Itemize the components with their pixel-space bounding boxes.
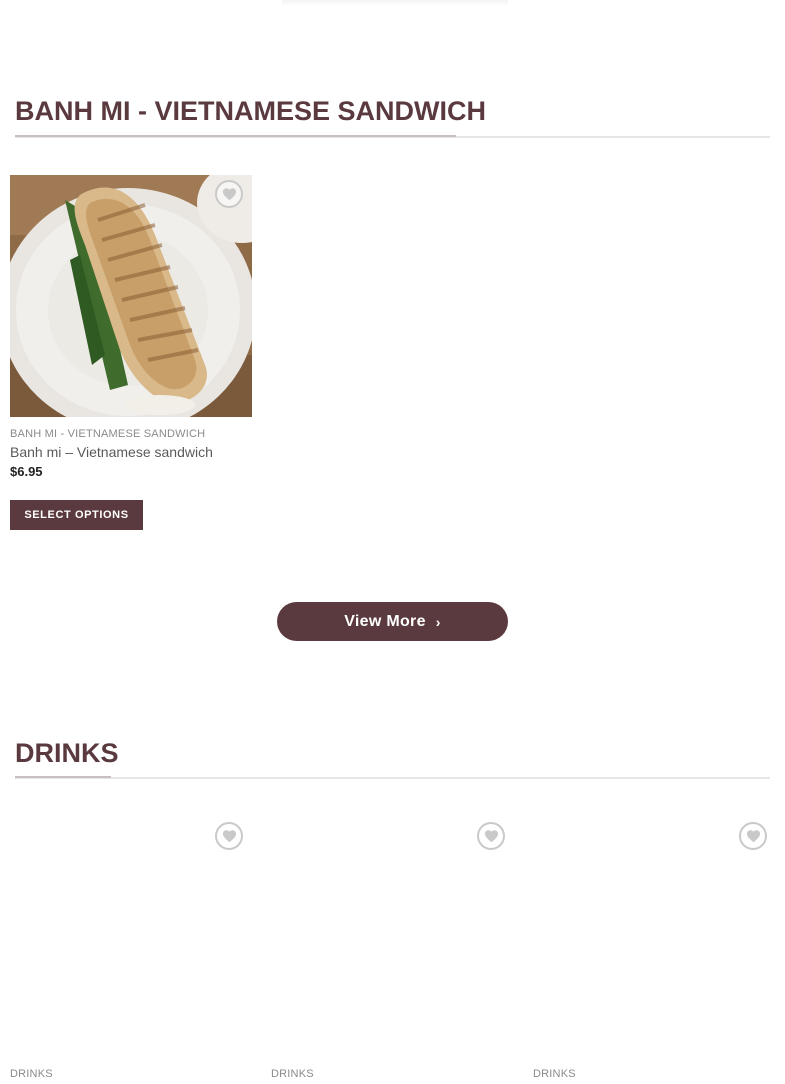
section-title-underline xyxy=(15,135,456,137)
product-price: $6.95 xyxy=(10,464,43,479)
wishlist-button[interactable] xyxy=(215,180,243,208)
section-divider-drinks xyxy=(15,777,770,779)
heart-icon xyxy=(484,830,498,843)
heart-icon xyxy=(222,188,236,201)
banh-mi-photo xyxy=(10,175,252,417)
wishlist-button[interactable] xyxy=(477,822,505,850)
product-category[interactable]: DRINKS xyxy=(271,1068,314,1080)
view-more-button[interactable]: View More › xyxy=(277,602,508,641)
chevron-right-icon: › xyxy=(435,613,441,630)
top-faint-divider xyxy=(282,0,508,6)
select-options-button[interactable]: SELECT OPTIONS xyxy=(10,500,143,530)
product-name[interactable]: Banh mi – Vietnamese sandwich xyxy=(10,444,213,460)
wishlist-button[interactable] xyxy=(739,822,767,850)
product-category[interactable]: BANH MI - VIETNAMESE SANDWICH xyxy=(10,428,205,440)
wishlist-button[interactable] xyxy=(215,822,243,850)
heart-icon xyxy=(746,830,760,843)
view-more-label: View More xyxy=(344,612,426,630)
product-category[interactable]: DRINKS xyxy=(10,1068,53,1080)
section-title-banh-mi: BANH MI - VIETNAMESE SANDWICH xyxy=(15,96,486,126)
product-category[interactable]: DRINKS xyxy=(533,1068,576,1080)
product-image-banh-mi[interactable] xyxy=(10,175,252,417)
section-title-drinks: DRINKS xyxy=(15,738,119,768)
section-title-underline xyxy=(15,776,111,778)
heart-icon xyxy=(222,830,236,843)
